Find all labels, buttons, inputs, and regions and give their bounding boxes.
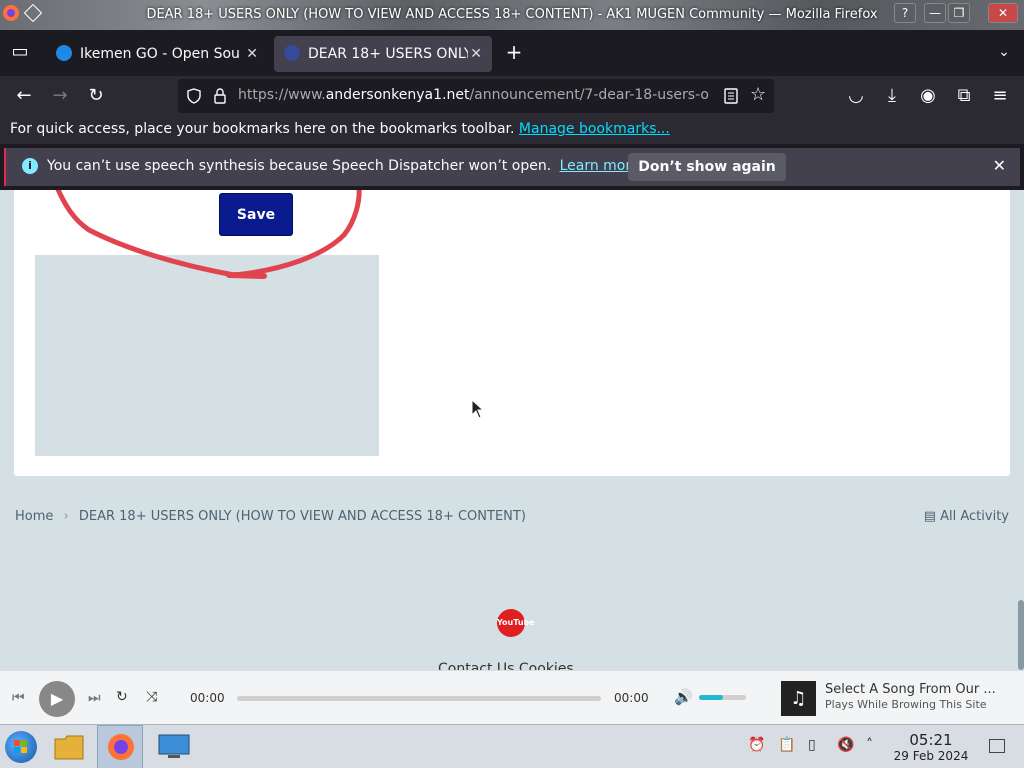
ikemen-favicon xyxy=(56,45,72,61)
window-titlebar: DEAR 18+ USERS ONLY (HOW TO VIEW AND ACC… xyxy=(0,0,1024,30)
bookmarks-toolbar: For quick access, place your bookmarks h… xyxy=(0,116,1024,144)
muted-speaker-icon[interactable]: 🔇 xyxy=(837,737,854,753)
lock-icon[interactable] xyxy=(212,87,228,105)
previous-track-icon[interactable]: ⏮ xyxy=(12,690,25,706)
tab-ikemen[interactable]: Ikemen GO - Open Source ✕ xyxy=(46,36,268,72)
pocket-icon[interactable]: ◡ xyxy=(844,84,868,108)
volume-slider[interactable] xyxy=(699,695,746,700)
reload-icon[interactable]: ↻ xyxy=(84,84,108,108)
music-note-icon: ♫ xyxy=(781,681,816,716)
downloads-icon[interactable]: ⤓ xyxy=(880,84,904,108)
song-title[interactable]: Select A Song From Our ... xyxy=(825,682,996,697)
url-text[interactable]: https://www.andersonkenya1.net/announcem… xyxy=(238,87,714,103)
tab-overview-icon[interactable]: ▭ xyxy=(8,40,32,64)
close-tab-icon[interactable]: ✕ xyxy=(470,36,482,72)
chevron-right-icon: › xyxy=(63,509,69,524)
show-desktop-button[interactable] xyxy=(989,739,1005,753)
all-activity-link[interactable]: ▤ All Activity xyxy=(924,509,1009,524)
back-icon[interactable]: ← xyxy=(12,84,36,108)
taskbar: ⏰ 📋 ▯ 🔇 ˄ 05:21 29 Feb 2024 xyxy=(0,724,1024,768)
info-icon: i xyxy=(22,158,38,174)
notification-text: You can’t use speech synthesis because S… xyxy=(47,158,552,174)
firefox-taskbar-button[interactable] xyxy=(97,725,143,768)
url-path: /announcement/7-dear-18-users-o xyxy=(469,87,709,103)
notification-message: You can’t use speech synthesis because S… xyxy=(47,158,639,174)
youtube-icon[interactable]: YouTube xyxy=(497,609,535,637)
new-tab-button[interactable]: + xyxy=(502,40,526,64)
bookmark-star-icon[interactable]: ☆ xyxy=(750,84,766,105)
tab-label: Ikemen GO - Open Source xyxy=(80,46,240,62)
save-button[interactable]: Save xyxy=(219,193,293,236)
volume-fill xyxy=(699,695,723,700)
firefox-icon xyxy=(108,734,134,760)
help-button[interactable]: ? xyxy=(894,3,916,23)
close-notification-icon[interactable]: ✕ xyxy=(993,156,1006,175)
url-host: andersonkenya1.net xyxy=(325,87,470,103)
mouse-cursor-icon xyxy=(471,399,485,419)
page-content: Save Home › DEAR 18+ USERS ONLY (HOW TO … xyxy=(0,190,1024,670)
windows-logo-icon xyxy=(14,740,27,753)
total-time: 00:00 xyxy=(614,691,649,705)
song-subtitle: Plays While Browing This Site xyxy=(825,698,987,711)
file-manager-button[interactable] xyxy=(46,725,92,768)
navigation-toolbar: ← → ↻ https://www.andersonkenya1.net/ann… xyxy=(0,76,1024,116)
next-track-icon[interactable]: ⏭ xyxy=(88,690,101,706)
system-settings-button[interactable] xyxy=(150,725,196,768)
image-placeholder xyxy=(35,255,379,456)
progress-bar[interactable] xyxy=(237,696,601,701)
clock-date: 29 Feb 2024 xyxy=(893,749,969,763)
forward-icon[interactable]: → xyxy=(48,84,72,108)
breadcrumb-current[interactable]: DEAR 18+ USERS ONLY (HOW TO VIEW AND ACC… xyxy=(79,509,526,524)
shuffle-icon[interactable]: ⤨ xyxy=(146,689,157,705)
tab-bar: ▭ Ikemen GO - Open Source ✕ DEAR 18+ USE… xyxy=(0,30,1024,76)
repeat-icon[interactable]: ↻ xyxy=(116,689,128,705)
battery-icon[interactable]: ▯ xyxy=(808,737,816,753)
play-button[interactable]: ▶ xyxy=(39,681,75,717)
alarm-icon[interactable]: ⏰ xyxy=(748,737,765,753)
menu-icon[interactable]: ≡ xyxy=(988,84,1012,108)
shield-icon[interactable] xyxy=(186,88,202,104)
extensions-icon[interactable]: ⧉ xyxy=(952,84,976,108)
clipboard-icon[interactable]: 📋 xyxy=(778,737,795,753)
activity-icon: ▤ xyxy=(923,509,936,524)
close-window-button[interactable]: ✕ xyxy=(988,3,1018,23)
window-title: DEAR 18+ USERS ONLY (HOW TO VIEW AND ACC… xyxy=(146,7,878,22)
tab-label: DEAR 18+ USERS ONLY (HOW xyxy=(308,46,468,62)
account-icon[interactable]: ◉ xyxy=(916,84,940,108)
dont-show-again-button[interactable]: Don’t show again xyxy=(628,153,786,181)
breadcrumb-home[interactable]: Home xyxy=(15,509,53,524)
url-bar[interactable]: https://www.andersonkenya1.net/announcem… xyxy=(178,79,774,113)
volume-icon[interactable]: 🔊 xyxy=(674,688,693,706)
clock-time: 05:21 xyxy=(909,731,953,749)
reader-view-icon[interactable] xyxy=(724,88,738,104)
tab-dear-18[interactable]: DEAR 18+ USERS ONLY (HOW ✕ xyxy=(274,36,492,72)
folder-icon xyxy=(54,735,84,760)
minimize-button[interactable]: — xyxy=(924,3,946,23)
computer-settings-icon xyxy=(158,734,190,758)
start-menu-button[interactable] xyxy=(5,731,37,763)
chevron-up-icon[interactable]: ˄ xyxy=(866,737,873,753)
content-card: Save xyxy=(14,190,1010,476)
list-all-tabs-icon[interactable]: ⌄ xyxy=(992,40,1016,64)
music-player: ⏮ ▶ ⏭ ↻ ⤨ 00:00 00:00 🔊 ♫ Select A Song … xyxy=(0,670,1024,724)
page-scrollbar[interactable] xyxy=(1018,600,1024,670)
url-prefix: https://www. xyxy=(238,87,326,103)
taskbar-clock[interactable]: 05:21 29 Feb 2024 xyxy=(893,731,969,763)
footer-links[interactable]: Contact Us Cookies xyxy=(438,661,574,670)
manage-bookmarks-link[interactable]: Manage bookmarks... xyxy=(519,121,670,137)
bookmarks-hint: For quick access, place your bookmarks h… xyxy=(10,121,515,137)
all-activity-label: All Activity xyxy=(940,509,1009,524)
speech-notification: i You can’t use speech synthesis because… xyxy=(4,148,1020,186)
close-tab-icon[interactable]: ✕ xyxy=(246,36,258,72)
maximize-button[interactable]: ❐ xyxy=(948,3,970,23)
ak1-favicon xyxy=(284,45,300,61)
current-time: 00:00 xyxy=(190,691,225,705)
breadcrumb: Home › DEAR 18+ USERS ONLY (HOW TO VIEW … xyxy=(15,509,526,524)
